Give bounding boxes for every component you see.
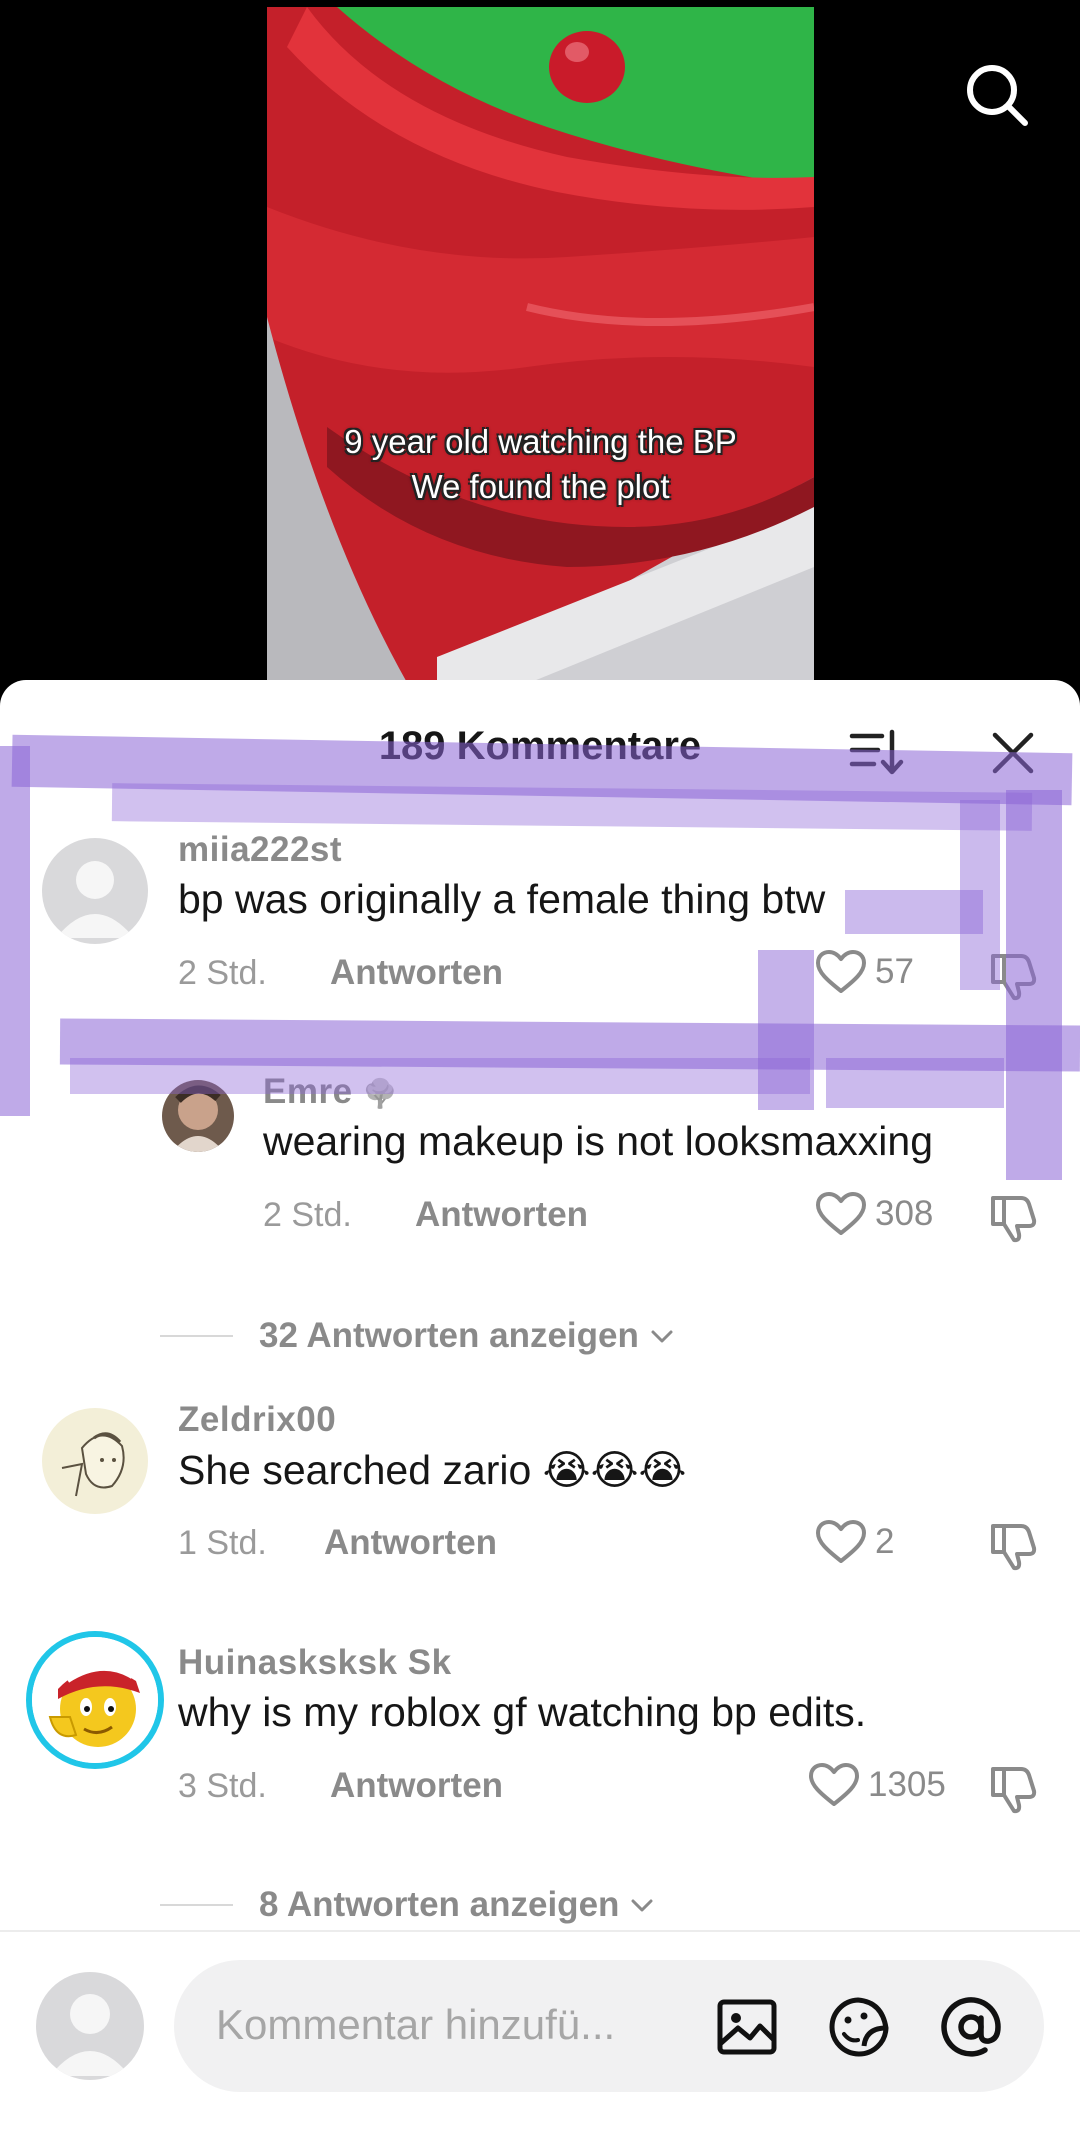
avatar[interactable] (42, 1408, 148, 1514)
image-icon[interactable] (714, 1994, 780, 2060)
comment-time: 2 Std. (263, 1196, 352, 1234)
heart-icon (816, 950, 866, 993)
highlight-mark (70, 1058, 810, 1094)
comment-text-body: She searched zario (178, 1447, 532, 1493)
comments-sheet: 189 Kommentare miia222st (0, 680, 1080, 2134)
like-count: 2 (875, 1522, 895, 1561)
reply-button[interactable]: Antworten (324, 1523, 497, 1563)
comment-username[interactable]: miia222st (178, 830, 342, 870)
comment-time: 2 Std. (178, 954, 267, 992)
view-replies-label: 32 Antworten anzeigen (259, 1316, 639, 1355)
view-replies-button[interactable]: 32 Antworten anzeigen (160, 1311, 677, 1361)
reply-button[interactable]: Antworten (330, 1766, 503, 1806)
like-count: 57 (875, 952, 914, 991)
comment-username[interactable]: Huinasksksk Sk (178, 1643, 452, 1683)
comment-time: 3 Std. (178, 1767, 267, 1805)
comment-item: Zeldrix00 She searched zario 😭😭😭 1 Std. … (0, 1400, 1080, 1600)
video-player[interactable]: 9 year old watching the BP We found the … (0, 0, 1080, 700)
dislike-icon[interactable] (987, 1190, 1041, 1244)
heart-icon (816, 1520, 866, 1563)
comment-input-box[interactable] (174, 1960, 1044, 2092)
like-button[interactable]: 2 (815, 1517, 894, 1567)
caption-line-1: 9 year old watching the BP (344, 423, 737, 460)
highlight-mark (1006, 790, 1062, 1180)
comment-time: 1 Std. (178, 1524, 267, 1562)
comment-text: bp was originally a female thing btw (178, 876, 826, 922)
avatar[interactable] (42, 838, 148, 944)
mention-icon[interactable] (938, 1994, 1004, 2060)
comment-text: why is my roblox gf watching bp edits. (178, 1689, 867, 1735)
heart-icon (816, 1192, 866, 1235)
heart-icon (809, 1763, 859, 1806)
comment-text: She searched zario 😭😭😭 (178, 1446, 686, 1494)
video-frame: 9 year old watching the BP We found the … (267, 7, 814, 700)
divider-line (160, 1904, 233, 1906)
comment-username[interactable]: Zeldrix00 (178, 1400, 336, 1440)
search-icon[interactable] (963, 61, 1031, 129)
like-button[interactable]: 57 (815, 947, 914, 997)
video-scene (267, 7, 814, 700)
dislike-icon[interactable] (987, 1761, 1041, 1815)
my-avatar[interactable] (36, 1972, 144, 2080)
reply-button[interactable]: Antworten (415, 1195, 588, 1235)
reply-button[interactable]: Antworten (330, 953, 503, 993)
avatar[interactable] (26, 1631, 164, 1769)
video-caption: 9 year old watching the BP We found the … (267, 419, 814, 509)
divider-line (160, 1335, 233, 1337)
caption-line-2: We found the plot (411, 468, 670, 505)
like-count: 1305 (868, 1765, 946, 1804)
like-button[interactable]: 308 (815, 1189, 933, 1239)
comment-composer (0, 1930, 1080, 2134)
sticker-icon[interactable] (826, 1994, 892, 2060)
highlight-mark (758, 950, 814, 1110)
comment-item: Huinasksksk Sk why is my roblox gf watch… (0, 1631, 1080, 1843)
highlight-mark (826, 1058, 1004, 1108)
comment-input[interactable] (216, 1992, 666, 2058)
chevron-down-icon (631, 1899, 653, 1912)
highlight-mark (0, 746, 30, 1116)
view-replies-label: 8 Antworten anzeigen (259, 1885, 620, 1924)
like-button[interactable]: 1305 (808, 1760, 946, 1810)
crying-emoji: 😭😭😭 (542, 1447, 687, 1493)
dislike-icon[interactable] (987, 1518, 1041, 1572)
view-replies-button[interactable]: 8 Antworten anzeigen (160, 1880, 657, 1930)
chevron-down-icon (651, 1330, 673, 1343)
highlight-mark (845, 890, 983, 934)
comment-text: wearing makeup is not looksmaxxing (263, 1118, 933, 1164)
like-count: 308 (875, 1194, 934, 1233)
